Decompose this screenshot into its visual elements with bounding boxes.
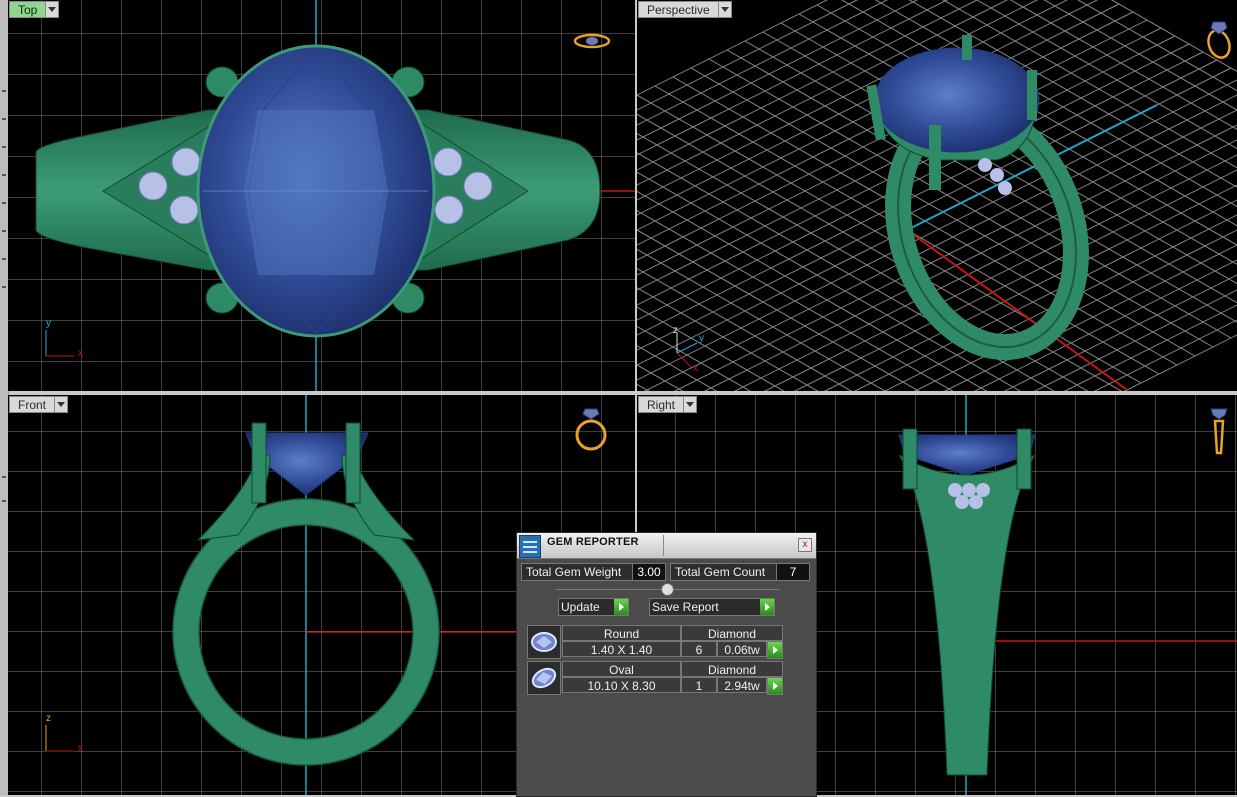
top-view-scene [8,0,635,391]
chevron-down-icon[interactable] [683,396,698,413]
round-gem-icon [527,625,561,659]
update-button[interactable]: Update [558,598,629,616]
viewport-top[interactable]: Top y x [8,0,635,391]
axis-indicator: z x [42,713,97,761]
gem-list-item[interactable]: Oval Diamond 10.10 X 8.30 1 2.94tw [527,661,783,695]
panel-slider-knob[interactable] [661,583,674,596]
gem-size: 1.40 X 1.40 [562,641,681,657]
gem-go-button[interactable] [767,677,783,695]
total-gem-weight-label: Total Gem Weight [521,563,635,581]
axis-indicator: z y x [667,325,727,383]
gem-shape: Oval [562,661,681,677]
center-oval-gem [874,47,1040,153]
save-report-button[interactable]: Save Report [649,598,775,616]
perspective-view-scene [637,0,1237,391]
gem-reporter-titlebar[interactable]: GEM REPORTER x [517,533,816,559]
viewport-label-perspective[interactable]: Perspective [638,1,732,18]
gem-list-item[interactable]: Round Diamond 1.40 X 1.40 6 0.06tw [527,625,783,659]
view-cube-icon[interactable] [1205,405,1233,457]
view-cube-icon[interactable] [572,30,612,52]
viewport-perspective[interactable]: Perspective z y x [637,0,1237,391]
axis-label-y: y [46,318,51,329]
gem-count: 1 [681,677,717,693]
save-report-button-label: Save Report [652,600,719,614]
gem-go-button[interactable] [767,641,783,659]
total-gem-count-value: 7 [776,563,810,581]
axis-label-z: z [46,713,51,724]
oval-gem-icon [527,661,561,695]
axis-label-x: x [78,743,83,754]
title-separator [663,535,664,556]
gem-shape: Round [562,625,681,641]
gem-material: Diamond [681,661,783,677]
view-cube-icon[interactable] [1203,14,1237,62]
viewport-label-right[interactable]: Right [638,396,698,413]
axis-indicator: y x [42,318,97,366]
axis-label-x: x [693,363,698,374]
viewport-label-top[interactable]: Top [9,1,60,18]
gem-reporter-panel[interactable]: GEM REPORTER x Total Gem Weight 3.00 Tot… [516,532,817,797]
viewport-name: Perspective [638,1,718,18]
viewport-name: Top [9,1,46,18]
chevron-down-icon[interactable] [717,1,732,18]
play-arrow-icon [768,678,782,694]
gem-material: Diamond [681,625,783,641]
viewport-name: Right [638,396,684,413]
update-button-label: Update [561,600,600,614]
gem-weight: 2.94tw [717,677,767,693]
chevron-down-icon[interactable] [45,1,60,18]
play-arrow-icon [768,642,782,658]
viewport-label-front[interactable]: Front [9,396,69,413]
panel-title: GEM REPORTER [547,536,639,548]
gem-reporter-logo-icon [519,535,541,558]
viewport-name: Front [9,396,55,413]
axis-label-z: z [673,325,678,336]
play-arrow-icon [760,599,774,615]
total-gem-count-label: Total Gem Count [670,563,778,581]
gem-count: 6 [681,641,717,657]
view-cube-icon[interactable] [573,405,609,453]
close-button[interactable]: x [798,538,812,552]
gem-size: 10.10 X 8.30 [562,677,681,693]
axis-label-x: x [78,348,83,359]
play-arrow-icon [614,599,628,615]
total-gem-weight-value: 3.00 [632,563,666,581]
gem-weight: 0.06tw [717,641,767,657]
chevron-down-icon[interactable] [54,396,69,413]
axis-label-y: y [699,333,704,344]
